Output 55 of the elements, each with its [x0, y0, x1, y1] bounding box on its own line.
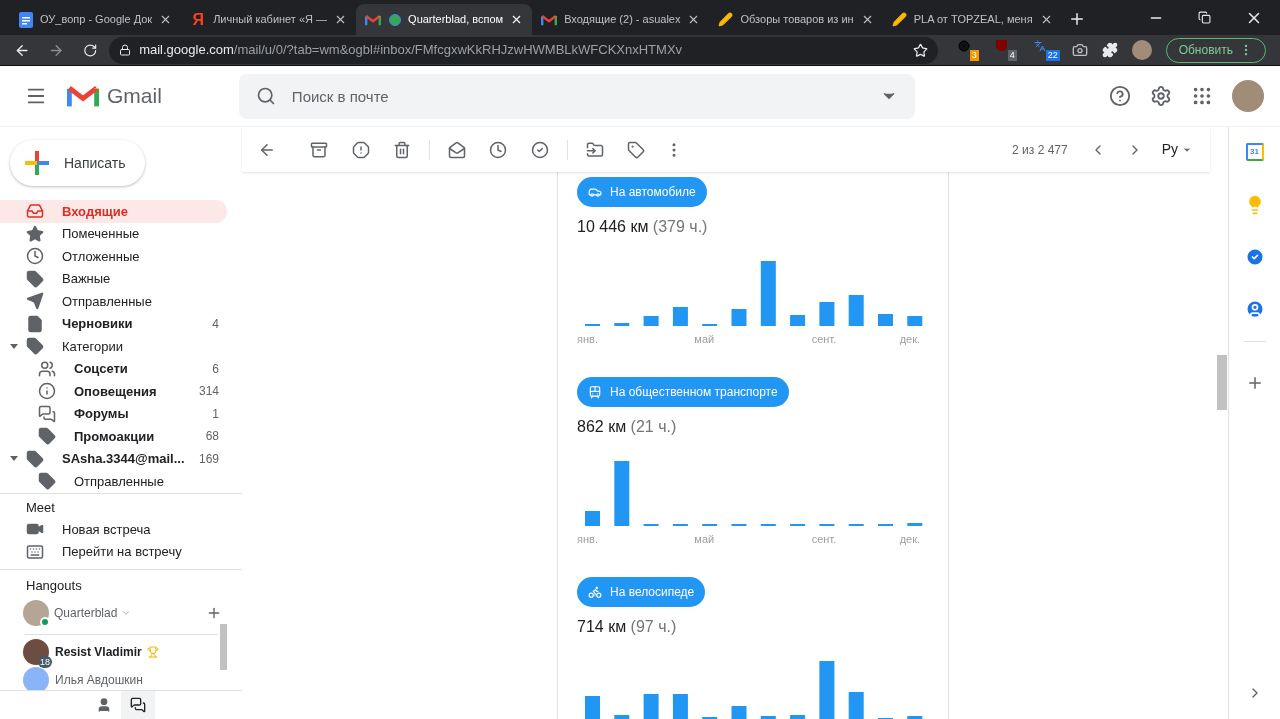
duration-text: (379 ч.): [652, 218, 708, 235]
nav-item[interactable]: Соцсети 6: [0, 357, 227, 380]
chat-contact[interactable]: 18 Resist Vladimir: [0, 634, 242, 669]
compose-button[interactable]: Написать: [10, 140, 145, 186]
nav-item[interactable]: Отправленные: [0, 470, 227, 493]
month-label: дек.: [899, 532, 922, 547]
month-label: янв.: [577, 532, 599, 547]
nav-item[interactable]: Отложенные: [0, 245, 227, 268]
nav-item[interactable]: SAsha.3344@mail... 169: [0, 447, 227, 470]
browser-tab[interactable]: Quarterblad, вспом: [356, 4, 533, 35]
extension-badge: 4: [1007, 50, 1017, 61]
month-label: сент.: [811, 332, 838, 347]
month-label: сент.: [811, 532, 838, 547]
nav-item[interactable]: Отправленные: [0, 290, 227, 313]
duration-text: (21 ч.): [630, 418, 677, 435]
nav-item[interactable]: Категории: [0, 335, 227, 358]
distance-text: 714 км: [577, 618, 627, 635]
nav-item[interactable]: Помеченные: [0, 222, 227, 245]
nav-item[interactable]: Черновики 4: [0, 312, 227, 335]
month-label: янв.: [577, 332, 599, 347]
pager-text: 2 из 2 477: [1012, 141, 1068, 159]
extension-badge: 3: [969, 50, 979, 61]
nav-item[interactable]: Форумы 1: [0, 402, 227, 425]
search-bar[interactable]: Поиск в почте: [238, 73, 915, 119]
gmail-logo-text: Gmail: [107, 83, 162, 110]
mode-chip: На велосипеде: [577, 577, 706, 607]
distance-text: 10 446 км: [577, 218, 649, 235]
nav-item[interactable]: Промоакции 68: [0, 425, 227, 448]
address-field[interactable]: mail.google.com/mail/u/0/?tab=wm&ogbl#inbox/FMfcgxwKkRHJzwHWMBLkWFCKXnxHTMXv: [109, 36, 938, 64]
meet-item[interactable]: Новая встреча: [0, 518, 242, 541]
calendar-icon[interactable]: 31: [1245, 143, 1264, 161]
user-name[interactable]: Quarterblad: [54, 603, 118, 622]
browser-tab[interactable]: ОУ_вопр - Google Док: [10, 4, 182, 35]
extension-badge: 22: [1045, 50, 1060, 61]
nav-item[interactable]: Важные: [0, 267, 227, 290]
month-label: май: [694, 532, 716, 547]
mode-chip: На автомобиле: [577, 177, 707, 207]
mode-chip: На общественном транспорте: [577, 377, 789, 407]
distance-text: 862 км: [577, 418, 627, 435]
chat-contact[interactable]: Илья Авдошкин: [0, 668, 242, 690]
section-heading: Hangouts: [25, 577, 83, 595]
nav-item[interactable]: Оповещения 314: [0, 380, 227, 403]
month-label: дек.: [899, 332, 922, 347]
nav-item[interactable]: Входящие: [0, 200, 227, 223]
search-field[interactable]: Поиск в почте: [291, 73, 864, 119]
browser-tab[interactable]: Я Личный кабинет «Я —: [181, 4, 357, 35]
meet-item[interactable]: Перейти на встречу: [0, 540, 242, 563]
browser-tab[interactable]: Входящие (2) - asualex: [532, 4, 710, 35]
browser-tab[interactable]: PLA от TOPZEAL, меня: [882, 4, 1062, 35]
input-language-button[interactable]: Ру: [1161, 139, 1192, 160]
section-heading: Meet: [25, 499, 56, 517]
yandex-icon: Я: [190, 11, 207, 28]
month-label: май: [694, 332, 716, 347]
duration-text: (97 ч.): [630, 618, 677, 635]
browser-tab[interactable]: Обзоры товаров из ин: [709, 4, 883, 35]
